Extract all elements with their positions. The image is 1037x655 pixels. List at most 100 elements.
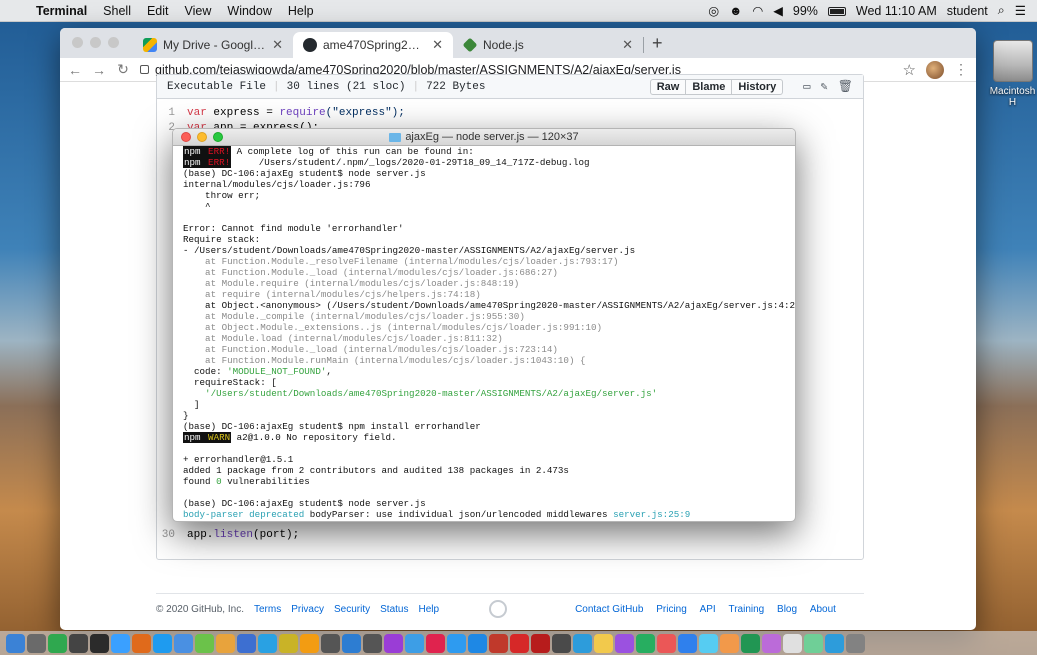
dock-app-icon[interactable] — [6, 633, 25, 653]
dock-app-icon[interactable] — [636, 633, 655, 653]
dock-app-icon[interactable] — [846, 633, 865, 653]
github-footer: © 2020 GitHub, Inc. Terms Privacy Securi… — [156, 600, 864, 618]
dock-app-icon[interactable] — [321, 633, 340, 653]
tab-github-server-js[interactable]: ame470Spring2020/server.js a ✕ — [293, 32, 453, 58]
minimize-window-icon[interactable] — [90, 37, 101, 48]
clock[interactable]: Wed 11:10 AM — [851, 4, 942, 18]
user-menu[interactable]: student — [942, 4, 993, 18]
creative-cloud-icon[interactable]: ☻ — [724, 4, 747, 18]
pencil-icon[interactable]: ✎ — [821, 79, 828, 94]
footer-link-status[interactable]: Status — [380, 604, 408, 615]
dock-app-icon[interactable] — [132, 633, 151, 653]
dock-app-icon[interactable] — [405, 633, 424, 653]
dock-app-icon[interactable] — [363, 633, 382, 653]
dock-app-icon[interactable] — [510, 633, 529, 653]
menu-edit[interactable]: Edit — [139, 4, 177, 18]
terminal-window[interactable]: ajaxEg — node server.js — 120×37 npm ERR… — [172, 128, 796, 522]
dock-app-icon[interactable] — [111, 633, 130, 653]
close-tab-icon[interactable]: ✕ — [432, 37, 443, 53]
dock-app-icon[interactable] — [804, 633, 823, 653]
dock-app-icon[interactable] — [825, 633, 844, 653]
dock-app-icon[interactable] — [468, 633, 487, 653]
close-tab-icon[interactable]: ✕ — [272, 37, 283, 53]
dock-app-icon[interactable] — [279, 633, 298, 653]
dock-app-icon[interactable] — [174, 633, 193, 653]
terminal-title-bar[interactable]: ajaxEg — node server.js — 120×37 — [173, 129, 795, 146]
close-window-icon[interactable] — [72, 37, 83, 48]
footer-link-contact[interactable]: Contact GitHub — [575, 604, 643, 615]
volume-icon[interactable]: ◀ — [768, 3, 788, 18]
screen-record-icon[interactable]: ◎ — [703, 3, 724, 18]
footer-link-security[interactable]: Security — [334, 604, 370, 615]
dock-app-icon[interactable] — [699, 633, 718, 653]
footer-link-blog[interactable]: Blog — [777, 604, 797, 615]
wifi-icon[interactable]: ◠ — [747, 3, 768, 18]
new-tab-button[interactable]: + — [644, 33, 671, 58]
dock-app-icon[interactable] — [69, 633, 88, 653]
line-number[interactable]: 1 — [157, 107, 187, 119]
dock-app-icon[interactable] — [426, 633, 445, 653]
close-tab-icon[interactable]: ✕ — [622, 37, 633, 53]
desktop-drive[interactable]: Macintosh H — [988, 40, 1037, 108]
dock-app-icon[interactable] — [594, 633, 613, 653]
dock-app-icon[interactable] — [489, 633, 508, 653]
history-button[interactable]: History — [731, 78, 784, 95]
footer-link-terms[interactable]: Terms — [254, 604, 281, 615]
dock-app-icon[interactable] — [720, 633, 739, 653]
dock-app-icon[interactable] — [237, 633, 256, 653]
menu-help[interactable]: Help — [280, 4, 322, 18]
dock-app-icon[interactable] — [741, 633, 760, 653]
footer-link-api[interactable]: API — [700, 604, 716, 615]
dock-app-icon[interactable] — [657, 633, 676, 653]
line-number[interactable]: 30 — [157, 529, 187, 541]
dock-app-icon[interactable] — [342, 633, 361, 653]
github-octocat-icon[interactable] — [489, 600, 508, 618]
bookmark-star-icon[interactable]: ☆ — [903, 61, 916, 79]
profile-avatar[interactable] — [926, 60, 944, 79]
blame-button[interactable]: Blame — [685, 78, 733, 95]
footer-link-privacy[interactable]: Privacy — [291, 604, 324, 615]
dock-app-icon[interactable] — [573, 633, 592, 653]
footer-link-pricing[interactable]: Pricing — [656, 604, 687, 615]
dock-app-icon[interactable] — [552, 633, 571, 653]
dock-app-icon[interactable] — [195, 633, 214, 653]
dock-app-icon[interactable] — [153, 633, 172, 653]
dock-app-icon[interactable] — [384, 633, 403, 653]
dock-app-icon[interactable] — [27, 633, 46, 653]
lock-icon[interactable] — [140, 65, 149, 74]
footer-link-about[interactable]: About — [810, 604, 836, 615]
menu-view[interactable]: View — [177, 4, 220, 18]
raw-button[interactable]: Raw — [649, 78, 687, 95]
dock-app-icon[interactable] — [783, 633, 802, 653]
terminal-output[interactable]: npm ERR! A complete log of this run can … — [173, 146, 795, 521]
menu-window[interactable]: Window — [219, 4, 279, 18]
footer-link-training[interactable]: Training — [728, 604, 764, 615]
dock-app-icon[interactable] — [258, 633, 277, 653]
terminal-text: code: — [183, 366, 228, 377]
spotlight-icon[interactable]: ⌕ — [993, 3, 1010, 18]
dock-app-icon[interactable] — [615, 633, 634, 653]
forward-icon[interactable]: → — [92, 62, 106, 78]
tab-google-drive[interactable]: My Drive - Google Drive ✕ — [133, 32, 293, 58]
dock-app-icon[interactable] — [48, 633, 67, 653]
menu-shell[interactable]: Shell — [95, 4, 139, 18]
dock-app-icon[interactable] — [762, 633, 781, 653]
notification-center-icon[interactable]: ☰ — [1010, 3, 1031, 18]
dock-app-icon[interactable] — [531, 633, 550, 653]
chrome-menu-icon[interactable]: ⋮ — [954, 61, 968, 78]
battery-icon[interactable] — [823, 4, 851, 18]
battery-percent[interactable]: 99% — [788, 4, 823, 18]
tab-nodejs[interactable]: Node.js ✕ — [453, 32, 643, 58]
footer-link-help[interactable]: Help — [418, 604, 439, 615]
dock-app-icon[interactable] — [216, 633, 235, 653]
dock-app-icon[interactable] — [90, 633, 109, 653]
back-icon[interactable]: ← — [68, 62, 82, 78]
dock-app-icon[interactable] — [447, 633, 466, 653]
desktop-icon[interactable]: ▭ — [803, 79, 810, 94]
dock-app-icon[interactable] — [678, 633, 697, 653]
reload-icon[interactable]: ↻ — [116, 61, 130, 78]
trash-icon[interactable]: 🗑 — [838, 79, 853, 94]
menu-app-terminal[interactable]: Terminal — [28, 4, 95, 18]
dock-app-icon[interactable] — [300, 633, 319, 653]
zoom-window-icon[interactable] — [108, 37, 119, 48]
